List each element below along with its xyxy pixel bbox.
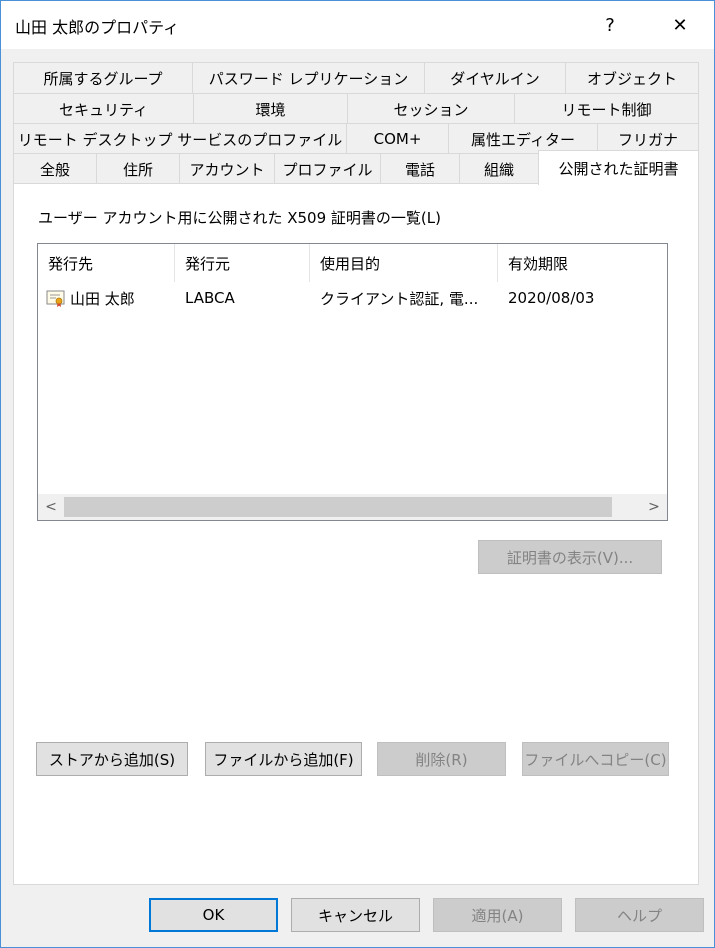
properties-dialog: 山田 太郎のプロパティ ? ✕ 所属するグループ パスワード レプリケーション …: [0, 0, 715, 948]
column-issued-by[interactable]: 発行元: [175, 244, 310, 282]
column-expires[interactable]: 有効期限: [498, 244, 667, 282]
tab-password-replication[interactable]: パスワード レプリケーション: [192, 62, 425, 93]
ok-button[interactable]: OK: [149, 898, 278, 932]
apply-button[interactable]: 適用(A): [433, 898, 562, 932]
column-purpose[interactable]: 使用目的: [310, 244, 498, 282]
tab-remote-control[interactable]: リモート制御: [514, 93, 699, 124]
tab-panel: ユーザー アカウント用に公開された X509 証明書の一覧(L) 発行先 発行元…: [13, 183, 699, 885]
cert-list-label: ユーザー アカウント用に公開された X509 証明書の一覧(L): [38, 209, 441, 227]
tab-telephones[interactable]: 電話: [380, 153, 460, 184]
cell-purpose: クライアント認証, 電...: [320, 289, 479, 308]
copy-to-file-button[interactable]: ファイルへコピー(C): [522, 742, 669, 776]
certificate-icon: [46, 290, 65, 307]
add-from-file-button[interactable]: ファイルから追加(F): [205, 742, 362, 776]
scroll-thumb[interactable]: [64, 497, 612, 517]
tab-object[interactable]: オブジェクト: [565, 62, 699, 93]
certificate-list[interactable]: 発行先 発行元 使用目的 有効期限 山田 太郎 LABCA クライアント認証, …: [37, 243, 668, 521]
table-row[interactable]: 山田 太郎 LABCA クライアント認証, 電... 2020/08/03: [38, 282, 667, 314]
cell-issued-by: LABCA: [185, 289, 235, 307]
view-certificate-button[interactable]: 証明書の表示(V)...: [478, 540, 662, 574]
cancel-button[interactable]: キャンセル: [291, 898, 420, 932]
tab-member-of[interactable]: 所属するグループ: [13, 62, 193, 93]
tab-environment[interactable]: 環境: [193, 93, 348, 124]
tab-address[interactable]: 住所: [96, 153, 180, 184]
tab-profile[interactable]: プロファイル: [274, 153, 381, 184]
window-title: 山田 太郎のプロパティ: [15, 18, 180, 37]
issued-to-text: 山田 太郎: [70, 289, 135, 308]
column-issued-to[interactable]: 発行先: [38, 244, 175, 282]
tab-published-certificates[interactable]: 公開された証明書: [538, 150, 699, 185]
help-icon[interactable]: ?: [587, 1, 633, 49]
help-button[interactable]: ヘルプ: [575, 898, 704, 932]
cell-issued-to: 山田 太郎: [38, 282, 175, 314]
tab-com-plus[interactable]: COM+: [346, 123, 449, 154]
title-bar: 山田 太郎のプロパティ ? ✕: [1, 1, 714, 49]
tab-dial-in[interactable]: ダイヤルイン: [424, 62, 566, 93]
tab-organization[interactable]: 組織: [459, 153, 539, 184]
add-from-store-button[interactable]: ストアから追加(S): [36, 742, 188, 776]
close-icon[interactable]: ✕: [657, 1, 703, 49]
tab-general[interactable]: 全般: [13, 153, 97, 184]
tab-account[interactable]: アカウント: [179, 153, 275, 184]
remove-button[interactable]: 削除(R): [377, 742, 506, 776]
scroll-left-icon[interactable]: <: [38, 494, 64, 520]
horizontal-scrollbar[interactable]: < >: [38, 494, 667, 520]
tab-rds-profile[interactable]: リモート デスクトップ サービスのプロファイル: [13, 123, 347, 154]
cell-expires: 2020/08/03: [508, 289, 595, 307]
tab-security[interactable]: セキュリティ: [13, 93, 194, 124]
scroll-right-icon[interactable]: >: [641, 494, 667, 520]
tab-sessions[interactable]: セッション: [347, 93, 515, 124]
list-header: 発行先 発行元 使用目的 有効期限: [38, 244, 667, 282]
